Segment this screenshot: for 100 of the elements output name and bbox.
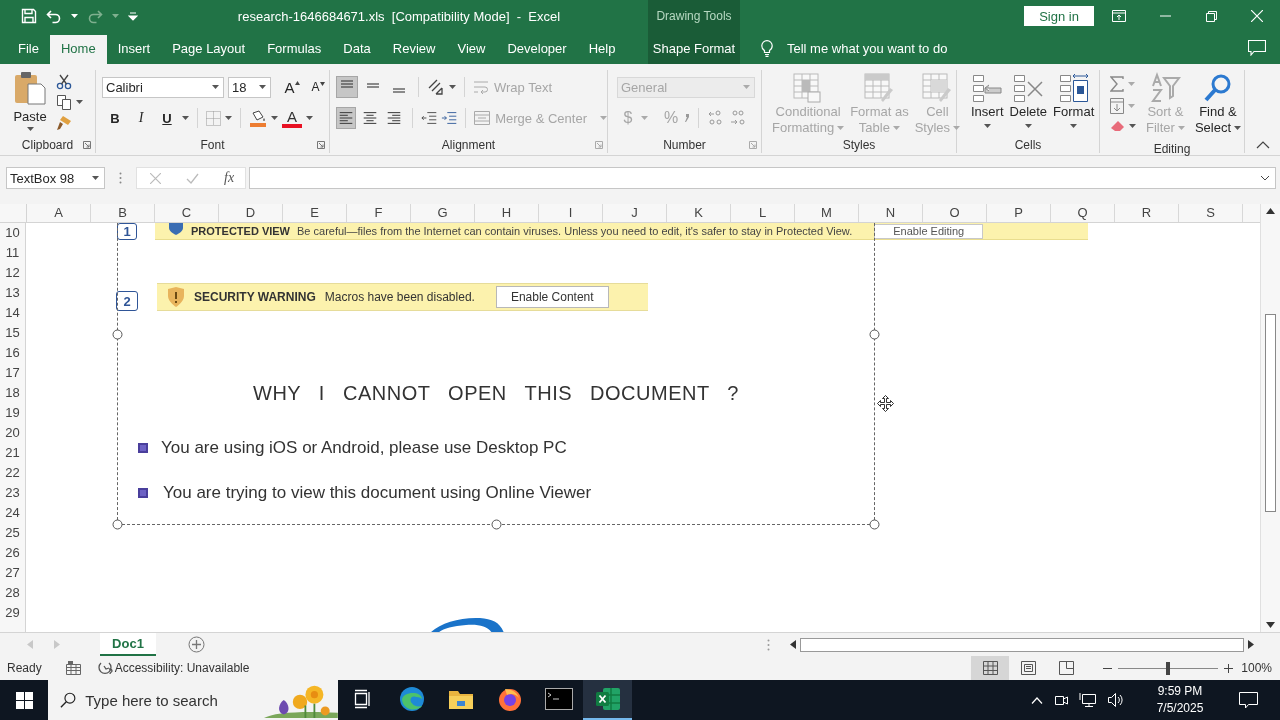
search-bar[interactable]: Type here to search xyxy=(48,680,338,720)
ribbon-tab[interactable]: Page Layout xyxy=(161,32,257,64)
caret-icon[interactable] xyxy=(1129,123,1136,129)
sign-in-button[interactable]: Sign in xyxy=(1024,6,1094,26)
ribbon-button[interactable]: Insert xyxy=(971,72,1004,129)
row-header[interactable]: 13 xyxy=(0,283,25,303)
camera-icon[interactable] xyxy=(1053,693,1069,707)
row-header[interactable]: 18 xyxy=(0,383,25,403)
accessibility-status[interactable]: Accessibility: Unavailable xyxy=(114,661,250,675)
zoom-level[interactable]: 100% xyxy=(1241,661,1272,675)
split-handle-icon[interactable] xyxy=(767,638,770,651)
column-header[interactable]: I xyxy=(539,204,603,222)
column-header[interactable]: O xyxy=(923,204,987,222)
zoom-thumb[interactable] xyxy=(1166,661,1171,675)
column-header[interactable]: S xyxy=(1179,204,1243,222)
row-header[interactable]: 25 xyxy=(0,523,25,543)
row-header[interactable]: 21 xyxy=(0,443,25,463)
search-input[interactable]: Type here to search xyxy=(85,691,256,709)
row-header[interactable]: 27 xyxy=(0,563,25,583)
collapse-ribbon-icon[interactable] xyxy=(1256,141,1270,149)
zoom-in-icon[interactable] xyxy=(1224,663,1234,673)
align-icon[interactable] xyxy=(336,107,356,129)
scroll-left-icon[interactable] xyxy=(790,640,796,649)
sheet-tab[interactable]: Doc1 xyxy=(100,633,156,656)
column-header[interactable]: M xyxy=(795,204,859,222)
column-header[interactable]: N xyxy=(859,204,923,222)
clock-time[interactable]: 9:59 PM xyxy=(1157,683,1203,700)
resize-handle[interactable] xyxy=(112,519,123,530)
format-painter-icon[interactable] xyxy=(56,114,72,131)
add-sheet-icon[interactable] xyxy=(188,636,205,653)
column-header[interactable]: G xyxy=(411,204,475,222)
row-header[interactable]: 12 xyxy=(0,263,25,283)
eraser-icon[interactable] xyxy=(1110,120,1125,132)
row-header[interactable]: 15 xyxy=(0,323,25,343)
caret-icon[interactable] xyxy=(449,84,456,90)
tell-me-field[interactable]: Tell me what you want to do xyxy=(787,40,948,56)
view-button[interactable] xyxy=(971,656,1010,680)
row-header[interactable]: 26 xyxy=(0,543,25,563)
column-header[interactable]: K xyxy=(667,204,731,222)
resize-handle[interactable] xyxy=(869,329,880,340)
restore-icon[interactable] xyxy=(1205,10,1217,22)
row-header[interactable]: 23 xyxy=(0,483,25,503)
accessibility-icon[interactable] xyxy=(97,660,114,676)
resize-handle[interactable] xyxy=(491,519,502,530)
sum-icon[interactable] xyxy=(1110,76,1124,92)
row-header[interactable]: 29 xyxy=(0,603,25,623)
drag-handle-icon[interactable] xyxy=(119,172,122,184)
column-header[interactable]: L xyxy=(731,204,795,222)
caret-icon[interactable] xyxy=(182,115,189,121)
customize-icon[interactable] xyxy=(128,11,138,21)
column-header[interactable]: H xyxy=(475,204,539,222)
ribbon-tab[interactable]: File xyxy=(7,32,50,64)
insert-function-button[interactable]: fx xyxy=(224,170,235,186)
ribbon-tab[interactable]: Developer xyxy=(496,32,578,64)
minimize-icon[interactable] xyxy=(1159,15,1171,17)
font-color-button[interactable]: A xyxy=(282,108,302,128)
font-size-field[interactable]: 18 xyxy=(228,76,271,98)
caret-icon[interactable] xyxy=(306,115,313,121)
orientation-icon[interactable] xyxy=(427,78,445,96)
fill-color-icon[interactable] xyxy=(249,109,267,127)
column-header[interactable]: J xyxy=(603,204,667,222)
chevron-up-icon[interactable] xyxy=(1031,696,1043,704)
ribbon-display-icon[interactable] xyxy=(1112,10,1126,22)
ribbon-tab[interactable]: Help xyxy=(577,32,627,64)
ribbon-button[interactable]: Delete xyxy=(1009,72,1048,129)
column-header[interactable]: R xyxy=(1115,204,1179,222)
row-header[interactable]: 22 xyxy=(0,463,25,483)
scroll-right-icon[interactable] xyxy=(1248,640,1254,649)
taskbar-app[interactable] xyxy=(583,680,632,720)
column-header[interactable]: P xyxy=(987,204,1051,222)
ribbon-tab[interactable]: Home xyxy=(49,35,107,64)
ribbon-tab[interactable]: Formulas xyxy=(256,32,333,64)
cut-icon[interactable] xyxy=(56,74,72,91)
ribbon-button[interactable]: Format xyxy=(1053,72,1095,129)
scrollbar-thumb[interactable] xyxy=(1265,314,1276,512)
row-header[interactable]: 20 xyxy=(0,423,25,443)
macro-record-icon[interactable] xyxy=(65,661,81,675)
shrink-font-button[interactable]: A xyxy=(307,80,329,94)
paste-button[interactable]: Paste xyxy=(10,70,50,137)
column-header[interactable]: E xyxy=(283,204,347,222)
volume-icon[interactable] xyxy=(1107,692,1125,708)
column-header[interactable]: C xyxy=(155,204,219,222)
comma-style-icon[interactable] xyxy=(684,114,690,122)
row-header[interactable]: 24 xyxy=(0,503,25,523)
ribbon-button[interactable]: Find & Select xyxy=(1194,72,1242,136)
expand-icon[interactable] xyxy=(1260,175,1270,181)
resize-handle[interactable] xyxy=(112,329,123,340)
row-header[interactable]: 14 xyxy=(0,303,25,323)
ribbon-tab[interactable]: Data xyxy=(332,32,382,64)
caret-icon[interactable] xyxy=(271,115,278,121)
close-icon[interactable] xyxy=(1251,10,1263,22)
scroll-up-icon[interactable] xyxy=(1266,208,1275,214)
ribbon-tab[interactable]: Shape Format xyxy=(648,32,740,64)
grow-font-button[interactable]: A xyxy=(281,78,303,96)
resize-handle[interactable] xyxy=(869,519,880,530)
increase-indent-icon[interactable] xyxy=(441,110,458,126)
font-name-field[interactable]: Calibri xyxy=(102,76,224,98)
caret-icon[interactable] xyxy=(71,13,78,19)
ribbon-tab[interactable]: Review xyxy=(381,32,447,64)
column-header[interactable]: Q xyxy=(1051,204,1115,222)
